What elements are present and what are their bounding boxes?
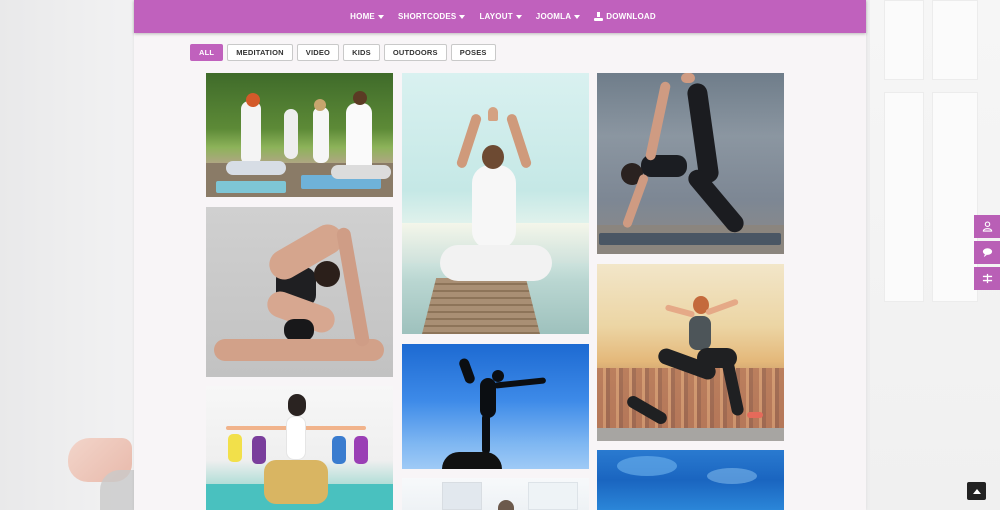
nav-joomla[interactable]: JOOMLA [535,12,581,21]
gallery-filters: ALL MEDITATION VIDEO KIDS OUTDOORS POSES [190,44,496,61]
scroll-to-top-button[interactable] [967,482,986,500]
nav-shortcodes[interactable]: SHORTCODES [397,12,466,21]
gallery-image-lotus-pier[interactable] [402,73,589,334]
gallery-image-warrior-sunset[interactable] [597,264,784,441]
gallery-image-side-plank[interactable] [597,73,784,254]
nav-layout[interactable]: LAYOUT [479,12,522,21]
filter-all[interactable]: ALL [190,44,224,61]
chevron-down-icon [377,15,384,19]
user-button[interactable] [974,215,1000,238]
top-navigation: HOME SHORTCODES LAYOUT JOOMLA DOWNLOAD [134,0,866,33]
user-icon [982,221,992,232]
gallery-image-bright-room[interactable] [402,478,589,510]
nav-home[interactable]: HOME [350,12,384,21]
nav-joomla-label: JOOMLA [535,12,572,21]
nav-shortcodes-label: SHORTCODES [397,12,457,21]
nav-download-label: DOWNLOAD [606,12,656,21]
download-icon [594,12,604,21]
nav-download[interactable]: DOWNLOAD [594,12,656,21]
chevron-up-icon [972,488,981,494]
page-container: HOME SHORTCODES LAYOUT JOOMLA DOWNLOAD A… [134,0,866,510]
filter-kids[interactable]: KIDS [343,44,380,61]
settings-icon [982,273,992,284]
gallery-image-silhouette[interactable] [402,344,589,469]
chevron-down-icon [515,15,522,19]
nav-home-label: HOME [350,12,375,21]
chevron-down-icon [459,15,466,19]
chevron-down-icon [574,15,581,19]
nav-layout-label: LAYOUT [479,12,513,21]
gallery-image-pigeon-pose[interactable] [206,207,393,377]
chat-icon [982,248,992,258]
chat-button[interactable] [974,241,1000,264]
gallery-image-blue-water[interactable] [597,450,784,510]
gallery-image-kids-yoga[interactable] [206,386,393,510]
filter-poses[interactable]: POSES [450,44,496,61]
filter-outdoors[interactable]: OUTDOORS [383,44,447,61]
filter-video[interactable]: VIDEO [296,44,340,61]
filter-meditation[interactable]: MEDITATION [227,44,293,61]
gallery-image-group-meditation[interactable] [206,73,393,197]
settings-button[interactable] [974,267,1000,290]
